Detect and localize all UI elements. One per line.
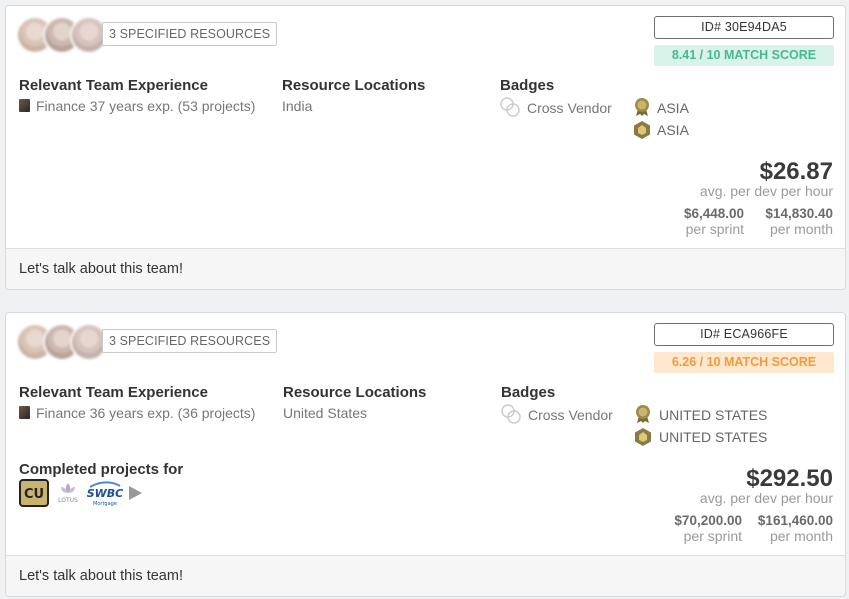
experience-title: Relevant Team Experience — [19, 77, 208, 94]
match-score-badge: 8.41 / 10 MATCH SCORE — [654, 45, 834, 66]
svg-text:Mortgage: Mortgage — [93, 501, 117, 507]
industry-icon — [19, 99, 30, 112]
month-label: per month — [769, 528, 833, 544]
month-price: $14,830.40 — [765, 206, 833, 221]
month-label: per month — [769, 221, 833, 237]
card-footer[interactable]: Let's talk about this team! — [6, 555, 845, 596]
sprint-price: $70,200.00 — [674, 513, 742, 528]
team-card: 3 SPECIFIED RESOURCES ID# 30E94DA5 8.41 … — [5, 5, 846, 290]
match-score-badge: 6.26 / 10 MATCH SCORE — [654, 352, 834, 373]
svg-text:SWBC: SWBC — [87, 487, 124, 500]
resources-count-badge[interactable]: 3 SPECIFIED RESOURCES — [102, 329, 278, 353]
team-card: 3 SPECIFIED RESOURCES ID# ECA966FE 6.26 … — [5, 312, 846, 597]
swbc-logo: SWBC Mortgage — [86, 479, 124, 507]
avatar-group — [16, 16, 108, 54]
contact-team-link[interactable]: Let's talk about this team! — [19, 568, 183, 584]
experience-text: Finance 36 years exp. (36 projects) — [36, 405, 256, 421]
completed-projects-title: Completed projects for — [19, 461, 184, 478]
contact-team-link[interactable]: Let's talk about this team! — [19, 261, 183, 277]
lotus-logo: LOTUS — [55, 481, 81, 505]
medal-icon — [635, 98, 649, 116]
avatar-group — [16, 323, 108, 361]
sprint-label: per sprint — [685, 221, 744, 237]
experience-title: Relevant Team Experience — [19, 384, 208, 401]
industry-icon — [19, 406, 30, 419]
price-per-hour: $26.87 — [759, 158, 833, 185]
cross-vendor-icon — [500, 97, 520, 117]
badge-region-label: UNITED STATES — [659, 407, 768, 423]
locations-title: Resource Locations — [283, 384, 427, 401]
card-footer[interactable]: Let's talk about this team! — [6, 248, 845, 289]
badge-cross-vendor-label: Cross Vendor — [527, 100, 612, 116]
badge-region-label: ASIA — [657, 100, 689, 116]
locations-value: United States — [283, 405, 368, 421]
hexagon-badge-icon — [635, 428, 651, 446]
badges-title: Badges — [500, 77, 555, 94]
resources-count-badge[interactable]: 3 SPECIFIED RESOURCES — [102, 22, 278, 46]
locations-title: Resource Locations — [282, 77, 426, 94]
locations-value: India — [282, 98, 313, 114]
price-per-hour: $292.50 — [746, 465, 833, 492]
experience-value: Finance 36 years exp. (36 projects) — [19, 405, 255, 421]
more-projects-arrow-icon[interactable] — [129, 486, 142, 500]
month-price: $161,460.00 — [757, 513, 833, 528]
cross-vendor-icon — [501, 404, 521, 424]
medal-icon — [636, 405, 650, 423]
cu-logo: CU — [19, 479, 49, 507]
svg-text:LOTUS: LOTUS — [58, 497, 78, 504]
badge-region-label: UNITED STATES — [659, 429, 768, 445]
badges-title: Badges — [501, 384, 556, 401]
sprint-price: $6,448.00 — [683, 206, 744, 221]
team-id-badge: ID# ECA966FE — [654, 323, 834, 346]
experience-text: Finance 37 years exp. (53 projects) — [36, 98, 256, 114]
badge-cross-vendor-label: Cross Vendor — [528, 407, 613, 423]
experience-value: Finance 37 years exp. (53 projects) — [19, 98, 255, 114]
svg-text:CU: CU — [24, 487, 44, 502]
price-caption: avg. per dev per hour — [699, 490, 833, 506]
team-id-badge: ID# 30E94DA5 — [654, 16, 834, 39]
hexagon-badge-icon — [634, 121, 650, 139]
badge-region-label: ASIA — [657, 122, 689, 138]
sprint-label: per sprint — [683, 528, 742, 544]
price-caption: avg. per dev per hour — [699, 183, 833, 199]
